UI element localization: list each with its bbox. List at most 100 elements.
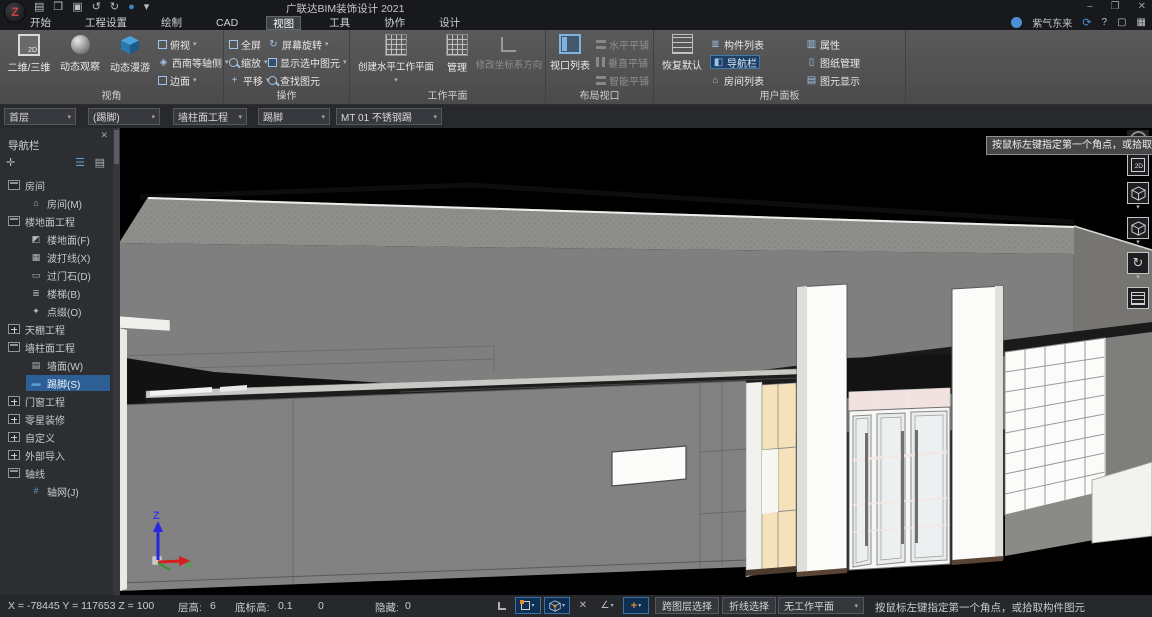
btn-create-horizontal-workplane[interactable]: 创建水平工作平面 ▾ xyxy=(354,34,438,84)
btn-drawing-management[interactable]: ▯ 图纸管理 xyxy=(806,55,860,69)
btn-find-element[interactable]: 查找图元 xyxy=(268,73,320,87)
tree-item-accent[interactable]: ✦ 点缀(O) xyxy=(0,302,113,320)
tree-group-external-import[interactable]: 外部导入 xyxy=(0,446,113,464)
nav-caret-icon[interactable]: ▾ xyxy=(1136,275,1140,281)
save-icon[interactable]: ▣ xyxy=(72,1,82,14)
tab-start[interactable]: 开始 xyxy=(24,16,57,30)
user-name[interactable]: 紫气东来 xyxy=(1032,15,1072,30)
element-filter-select[interactable]: (踢脚)▾ xyxy=(88,108,160,125)
btn-manage-workplane[interactable]: 管理 xyxy=(442,34,472,74)
work-type-select[interactable]: 墙柱面工程▾ xyxy=(173,108,247,125)
btn-show-selected[interactable]: 显示选中图元▾ xyxy=(268,55,347,69)
user-avatar[interactable] xyxy=(1011,17,1022,28)
btn-restore-default[interactable]: 恢复默认 xyxy=(660,34,704,72)
btn-component-list[interactable]: ≣ 构件列表 xyxy=(710,37,764,51)
2d-icon: 2D xyxy=(1131,158,1145,172)
close-button[interactable]: ✕ xyxy=(1138,0,1146,13)
open-file-icon[interactable]: ❒ xyxy=(53,1,63,14)
tree-item-stairs[interactable]: ≣ 楼梯(B) xyxy=(0,284,113,302)
tab-draw[interactable]: 绘制 xyxy=(155,16,188,30)
panel-toggle-icon[interactable]: ▦ xyxy=(1137,17,1146,28)
btn-fullscreen[interactable]: 全屏 xyxy=(229,37,261,51)
workplane-select[interactable]: 无工作平面 ▾ xyxy=(778,597,864,614)
scrollbar-thumb[interactable] xyxy=(114,130,119,164)
tree-item-room[interactable]: ⌂ 房间(M) xyxy=(0,194,113,212)
redo-icon[interactable]: ↻ xyxy=(110,1,119,14)
tab-view[interactable]: 视图 xyxy=(266,16,301,30)
tree-group-wall-column-works[interactable]: 墙柱面工程 xyxy=(0,338,113,356)
btn-top-view[interactable]: 俯视▾ xyxy=(158,37,197,51)
nav-2d-button[interactable]: 2D xyxy=(1127,154,1149,176)
tab-cad[interactable]: CAD xyxy=(210,16,244,30)
floor-select[interactable]: 首层▾ xyxy=(4,108,76,125)
component-type-select[interactable]: 踢脚▾ xyxy=(258,108,330,125)
tab-design[interactable]: 设计 xyxy=(433,16,466,30)
list-view-icon[interactable]: ☰ xyxy=(75,156,85,169)
btn-zoom[interactable]: 缩放▾ xyxy=(229,55,268,69)
btn-2d3d[interactable]: 2D 二维/三维 xyxy=(4,34,54,74)
tree-group-custom[interactable]: 自定义 xyxy=(0,428,113,446)
btn-pan[interactable]: + 平移▾ xyxy=(229,73,270,87)
3d-viewport[interactable]: Z X 2D ▾ xyxy=(120,128,1152,595)
nav-list-button[interactable] xyxy=(1127,287,1149,309)
tree-group-door-window-works[interactable]: 门窗工程 xyxy=(0,392,113,410)
tree-group-room[interactable]: 房间 xyxy=(0,176,113,194)
polyline-select-button[interactable]: 折线选择 xyxy=(722,597,776,614)
maximize-button[interactable]: ❐ xyxy=(1111,0,1120,13)
btn-screen-rotate[interactable]: ↻ 屏幕旋转▾ xyxy=(268,37,329,51)
btn-navigation-bar[interactable]: ◧ 导航栏 xyxy=(710,55,760,69)
cross-layer-select-button[interactable]: 跨图层选择 xyxy=(655,597,719,614)
refresh-icon[interactable]: ⟳ xyxy=(1082,16,1091,29)
object-snap-3d-icon[interactable]: ▾ xyxy=(544,597,570,614)
nav-cube-button[interactable] xyxy=(1127,182,1149,204)
nav-caret-icon[interactable]: ▾ xyxy=(1136,240,1140,246)
app-logo-icon[interactable]: Z xyxy=(4,1,26,23)
pin-icon[interactable]: ✛ xyxy=(6,156,15,169)
add-point-icon[interactable]: +▾ xyxy=(623,597,649,614)
minimize-button[interactable]: – xyxy=(1087,0,1093,13)
ribbon: 2D 二维/三维 动态观察 动态漫游 俯视▾ ◈ 西南 xyxy=(0,30,1152,105)
tree-item-skirting[interactable]: ▬ 踢脚(S) xyxy=(0,374,113,392)
tree-group-axis[interactable]: 轴线 xyxy=(0,464,113,482)
btn-viewport-list[interactable]: 视口列表 xyxy=(548,34,592,72)
sync-icon[interactable]: ● xyxy=(128,1,135,14)
panel-view-icon[interactable]: ▤ xyxy=(95,156,105,169)
help-icon[interactable]: ? xyxy=(1102,17,1108,28)
btn-room-list[interactable]: ⌂ 房间列表 xyxy=(710,73,764,87)
btn-element-display[interactable]: ▤ 图元显示 xyxy=(806,73,860,87)
tab-collaborate[interactable]: 协作 xyxy=(378,16,411,30)
ortho-mode-icon[interactable] xyxy=(492,597,512,614)
panel-close-icon[interactable]: ✕ xyxy=(100,130,108,141)
cancel-snap-icon[interactable]: ✕ xyxy=(573,597,593,614)
btn-walkthrough[interactable]: 动态漫游 xyxy=(106,34,154,74)
qat-customize-caret-icon[interactable]: ▾ xyxy=(144,1,150,14)
tree-item-axis-grid[interactable]: # 轴网(J) xyxy=(0,482,113,500)
nav-cube2-button[interactable] xyxy=(1127,217,1149,239)
sidebar-scrollbar[interactable] xyxy=(113,128,120,595)
tab-project-settings[interactable]: 工程设置 xyxy=(79,16,133,30)
angle-snap-icon[interactable]: ∠▾ xyxy=(594,597,620,614)
hidden-count-label: 隐藏: xyxy=(375,600,399,615)
nav-rotate-button[interactable]: ↻ xyxy=(1127,252,1149,274)
wall-face-icon: ▤ xyxy=(30,360,42,371)
btn-orbit[interactable]: 动态观察 xyxy=(56,34,104,73)
material-select[interactable]: MT 01 不锈钢踢▾ xyxy=(336,108,442,125)
quick-access-toolbar: ▤ ❒ ▣ ↺ ↻ ● ▾ xyxy=(34,1,149,14)
tree-item-wall-face[interactable]: ▤ 墙面(W) xyxy=(0,356,113,374)
new-file-icon[interactable]: ▤ xyxy=(34,1,44,14)
tree-item-floor[interactable]: ◩ 楼地面(F) xyxy=(0,230,113,248)
navigation-tree: 房间 ⌂ 房间(M) 楼地面工程 ◩ 楼地面(F) ▦ 波打线(X) ▭ 过门石… xyxy=(0,176,113,500)
tree-item-door-stone[interactable]: ▭ 过门石(D) xyxy=(0,266,113,284)
btn-edge-face[interactable]: 边面▾ xyxy=(158,73,197,87)
nav-caret-icon[interactable]: ▾ xyxy=(1136,205,1140,211)
tree-group-misc-decoration[interactable]: 零星装修 xyxy=(0,410,113,428)
tree-group-floor-works[interactable]: 楼地面工程 xyxy=(0,212,113,230)
tree-item-border-line[interactable]: ▦ 波打线(X) xyxy=(0,248,113,266)
tree-group-ceiling-works[interactable]: 天棚工程 xyxy=(0,320,113,338)
undo-icon[interactable]: ↺ xyxy=(92,1,101,14)
btn-sw-isometric[interactable]: ◈ 西南等轴侧▾ xyxy=(158,55,229,69)
snap-mode-icon[interactable]: ▾ xyxy=(515,597,541,614)
tab-tools[interactable]: 工具 xyxy=(323,16,356,30)
theme-icon[interactable]: ▢ xyxy=(1117,17,1126,28)
btn-properties[interactable]: ▥ 属性 xyxy=(806,37,840,51)
